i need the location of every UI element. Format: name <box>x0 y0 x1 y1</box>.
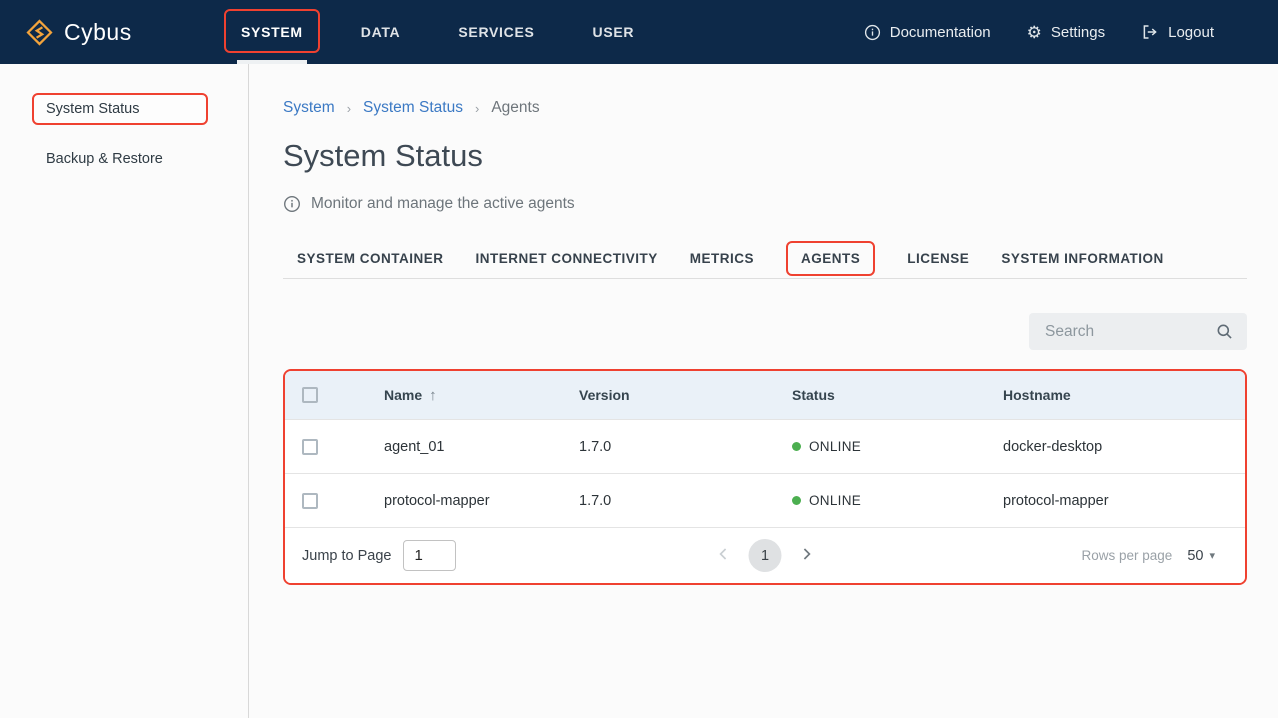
info-icon <box>864 24 881 41</box>
cell-status: ONLINE <box>792 439 1003 454</box>
tab-bar: SYSTEM CONTAINER INTERNET CONNECTIVITY M… <box>283 239 1247 279</box>
breadcrumb-agents: Agents <box>491 99 539 117</box>
rows-per-page-value: 50 <box>1187 548 1203 564</box>
tab-metrics[interactable]: METRICS <box>690 241 754 276</box>
documentation-label: Documentation <box>890 24 991 41</box>
sidebar-item-system-status-label: System Status <box>46 101 139 117</box>
online-status-dot-icon <box>792 442 801 451</box>
current-page-indicator[interactable]: 1 <box>749 539 782 572</box>
pager: 1 <box>714 539 817 572</box>
cell-name: agent_01 <box>384 439 579 455</box>
column-header-version[interactable]: Version <box>579 387 792 403</box>
tab-system-information[interactable]: SYSTEM INFORMATION <box>1001 241 1164 276</box>
previous-page-button[interactable] <box>714 544 734 567</box>
column-header-name-label: Name <box>384 387 422 403</box>
breadcrumb: System › System Status › Agents <box>283 99 1247 117</box>
table-footer: Jump to Page 1 <box>285 527 1245 583</box>
breadcrumb-separator-icon: › <box>347 101 351 116</box>
nav-item-system-label: SYSTEM <box>241 24 303 40</box>
sidebar-item-system-status[interactable]: System Status <box>32 93 208 125</box>
status-label: ONLINE <box>809 493 861 508</box>
chevron-left-icon <box>714 544 734 567</box>
main-content: System › System Status › Agents System S… <box>249 64 1278 718</box>
sidebar-item-backup-restore-label: Backup & Restore <box>46 151 163 167</box>
rows-per-page-select[interactable]: Rows per page 50 ▾ <box>1082 548 1215 564</box>
nav-item-system[interactable]: SYSTEM <box>224 0 320 64</box>
row-checkbox-cell <box>285 493 384 509</box>
search-input[interactable] <box>1045 323 1215 341</box>
agents-table: Name ↑ Version Status Hostname agent_01 … <box>283 369 1247 585</box>
jump-to-page-label: Jump to Page <box>302 548 391 564</box>
page-subtitle: Monitor and manage the active agents <box>283 195 1247 213</box>
breadcrumb-separator-icon: › <box>475 101 479 116</box>
tab-agents[interactable]: AGENTS <box>786 241 875 276</box>
sidebar: System Status Backup & Restore <box>0 64 249 718</box>
cell-hostname: docker-desktop <box>1003 439 1245 455</box>
search-box <box>1029 313 1247 350</box>
page-subtitle-text: Monitor and manage the active agents <box>311 195 575 213</box>
page-title: System Status <box>283 138 1247 174</box>
brand[interactable]: Cybus <box>0 19 224 46</box>
main-nav: SYSTEM DATA SERVICES USER <box>224 0 675 64</box>
tab-system-container[interactable]: SYSTEM CONTAINER <box>297 241 444 276</box>
breadcrumb-system-status[interactable]: System Status <box>363 99 463 117</box>
jump-to-page-input[interactable] <box>403 540 456 571</box>
online-status-dot-icon <box>792 496 801 505</box>
nav-item-data-label: DATA <box>361 24 401 40</box>
nav-item-user[interactable]: USER <box>576 0 652 64</box>
rows-per-page-label: Rows per page <box>1082 548 1173 563</box>
logout-label: Logout <box>1168 24 1214 41</box>
table-row[interactable]: protocol-mapper 1.7.0 ONLINE protocol-ma… <box>285 473 1245 527</box>
row-checkbox[interactable] <box>302 493 318 509</box>
cell-name: protocol-mapper <box>384 493 579 509</box>
column-header-name[interactable]: Name ↑ <box>384 387 579 404</box>
nav-item-services-label: SERVICES <box>458 24 534 40</box>
nav-item-data[interactable]: DATA <box>344 0 418 64</box>
table-header-checkbox-cell <box>285 387 384 403</box>
status-label: ONLINE <box>809 439 861 454</box>
logout-icon <box>1141 23 1159 41</box>
cybus-logo-icon <box>26 19 53 46</box>
top-navbar: Cybus SYSTEM DATA SERVICES USER Document… <box>0 0 1278 64</box>
logout-button[interactable]: Logout <box>1141 23 1214 41</box>
table-header-row: Name ↑ Version Status Hostname <box>285 371 1245 419</box>
search-icon[interactable] <box>1215 322 1234 341</box>
documentation-button[interactable]: Documentation <box>864 24 991 41</box>
chevron-right-icon <box>797 544 817 567</box>
table-toolbar <box>283 313 1247 350</box>
jump-to-page: Jump to Page <box>302 540 456 571</box>
next-page-button[interactable] <box>797 544 817 567</box>
info-icon <box>283 195 301 213</box>
cell-version: 1.7.0 <box>579 493 792 509</box>
gear-icon: ⚙ <box>1027 24 1042 41</box>
tab-license[interactable]: LICENSE <box>907 241 969 276</box>
caret-down-icon: ▾ <box>1209 549 1215 562</box>
column-header-status[interactable]: Status <box>792 387 1003 403</box>
settings-label: Settings <box>1051 24 1105 41</box>
nav-item-user-label: USER <box>593 24 635 40</box>
tab-internet-connectivity[interactable]: INTERNET CONNECTIVITY <box>476 241 658 276</box>
table-row[interactable]: agent_01 1.7.0 ONLINE docker-desktop <box>285 419 1245 473</box>
nav-item-services[interactable]: SERVICES <box>441 0 551 64</box>
cell-version: 1.7.0 <box>579 439 792 455</box>
brand-name: Cybus <box>64 19 132 46</box>
cell-status: ONLINE <box>792 493 1003 508</box>
sort-asc-arrow-icon: ↑ <box>429 387 437 404</box>
settings-button[interactable]: ⚙ Settings <box>1027 24 1105 41</box>
navbar-actions: Documentation ⚙ Settings Logout <box>864 23 1278 41</box>
row-checkbox[interactable] <box>302 439 318 455</box>
row-checkbox-cell <box>285 439 384 455</box>
cell-hostname: protocol-mapper <box>1003 493 1245 509</box>
sidebar-item-backup-restore[interactable]: Backup & Restore <box>32 143 208 175</box>
breadcrumb-system[interactable]: System <box>283 99 335 117</box>
column-header-hostname[interactable]: Hostname <box>1003 387 1245 403</box>
select-all-checkbox[interactable] <box>302 387 318 403</box>
